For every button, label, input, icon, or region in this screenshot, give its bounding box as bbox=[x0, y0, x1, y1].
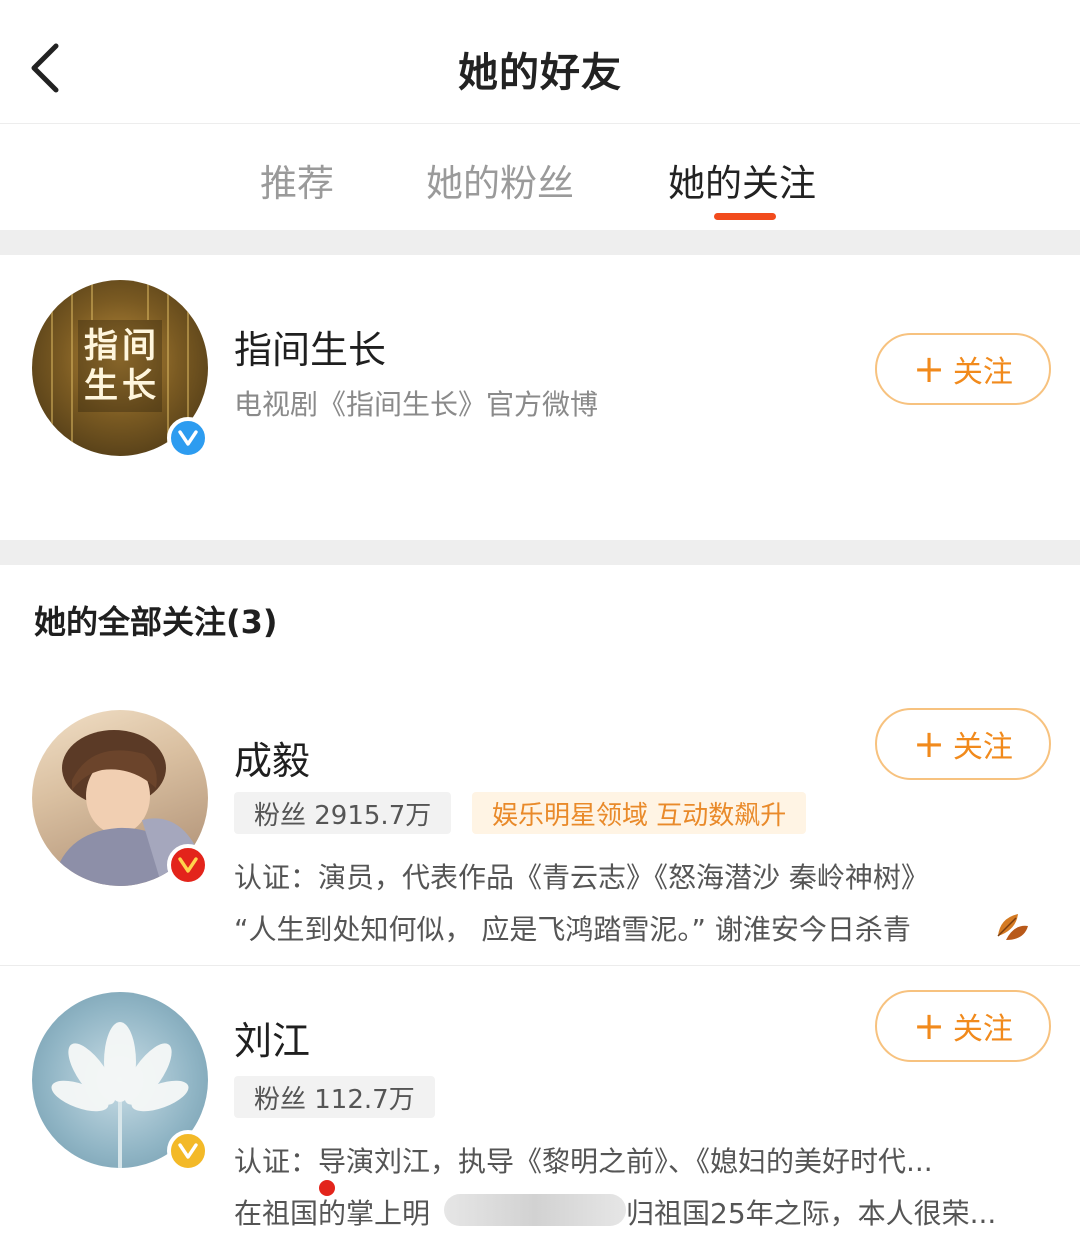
plus-icon: + bbox=[913, 722, 945, 766]
follow-button[interactable]: + 关注 bbox=[875, 708, 1051, 780]
latest-post-text-start: 在祖国的掌上明 bbox=[234, 1197, 431, 1230]
tab-recommended[interactable]: 推荐 bbox=[260, 153, 334, 207]
top-bar: 她的好友 bbox=[0, 0, 1080, 124]
follow-button[interactable]: + 关注 bbox=[875, 990, 1051, 1062]
section-title: 她的全部关注(3) bbox=[34, 603, 278, 641]
avatar-logo-text: 指间生长 bbox=[84, 326, 160, 406]
account-description: 电视剧《指间生长》官方微博 bbox=[234, 388, 599, 421]
follow-label: 关注 bbox=[952, 730, 1013, 765]
page-title: 她的好友 bbox=[458, 50, 622, 96]
active-tab-indicator bbox=[714, 213, 776, 220]
section-divider bbox=[0, 230, 1080, 255]
tab-bar: 推荐 她的粉丝 她的关注 bbox=[0, 125, 1080, 230]
trending-tag: 娱乐明星领域 互动数飙升 bbox=[472, 792, 807, 834]
red-v-badge-icon bbox=[167, 844, 209, 886]
unread-dot bbox=[319, 1180, 335, 1196]
tab-her-fans[interactable]: 她的粉丝 bbox=[426, 153, 574, 207]
redacted-overlay bbox=[444, 1194, 626, 1226]
account-name[interactable]: 指间生长 bbox=[234, 319, 386, 374]
follow-label: 关注 bbox=[952, 1012, 1013, 1047]
leaf-emoji-icon bbox=[992, 906, 1032, 946]
latest-post-text: “人生到处知何似， 应是飞鸿踏雪泥。” 谢淮安今日杀青 bbox=[234, 913, 911, 946]
recommended-account-card[interactable]: 指间生长 指间生长 电视剧《指间生长》官方微博 + 关注 bbox=[0, 255, 1080, 540]
user-name[interactable]: 成毅 bbox=[234, 730, 310, 785]
fans-count: 粉丝 2915.7万 bbox=[234, 792, 452, 834]
verification-text: 认证：导演刘江，执导《黎明之前》、《媳妇的美好时代... bbox=[234, 1145, 933, 1178]
follow-button[interactable]: + 关注 bbox=[875, 333, 1051, 405]
blue-v-badge-icon bbox=[167, 417, 209, 459]
plus-icon: + bbox=[913, 347, 945, 391]
verification-text: 认证：演员，代表作品《青云志》《怒海潜沙 秦岭神树》 bbox=[234, 861, 929, 894]
list-item[interactable]: 成毅 粉丝 2915.7万 娱乐明星领域 互动数飙升 认证：演员，代表作品《青云… bbox=[0, 690, 1080, 964]
plus-icon: + bbox=[913, 1004, 945, 1048]
tab-her-following[interactable]: 她的关注 bbox=[668, 153, 816, 207]
fans-count: 粉丝 112.7万 bbox=[234, 1076, 435, 1118]
latest-post-text-end: 归祖国25年之际，本人很荣... bbox=[626, 1197, 997, 1230]
user-name[interactable]: 刘江 bbox=[234, 1010, 310, 1065]
section-divider bbox=[0, 540, 1080, 565]
list-item[interactable]: 刘江 粉丝 112.7万 认证：导演刘江，执导《黎明之前》、《媳妇的美好时代..… bbox=[0, 966, 1080, 1238]
follow-label: 关注 bbox=[952, 355, 1013, 390]
yellow-v-badge-icon bbox=[167, 1130, 209, 1172]
